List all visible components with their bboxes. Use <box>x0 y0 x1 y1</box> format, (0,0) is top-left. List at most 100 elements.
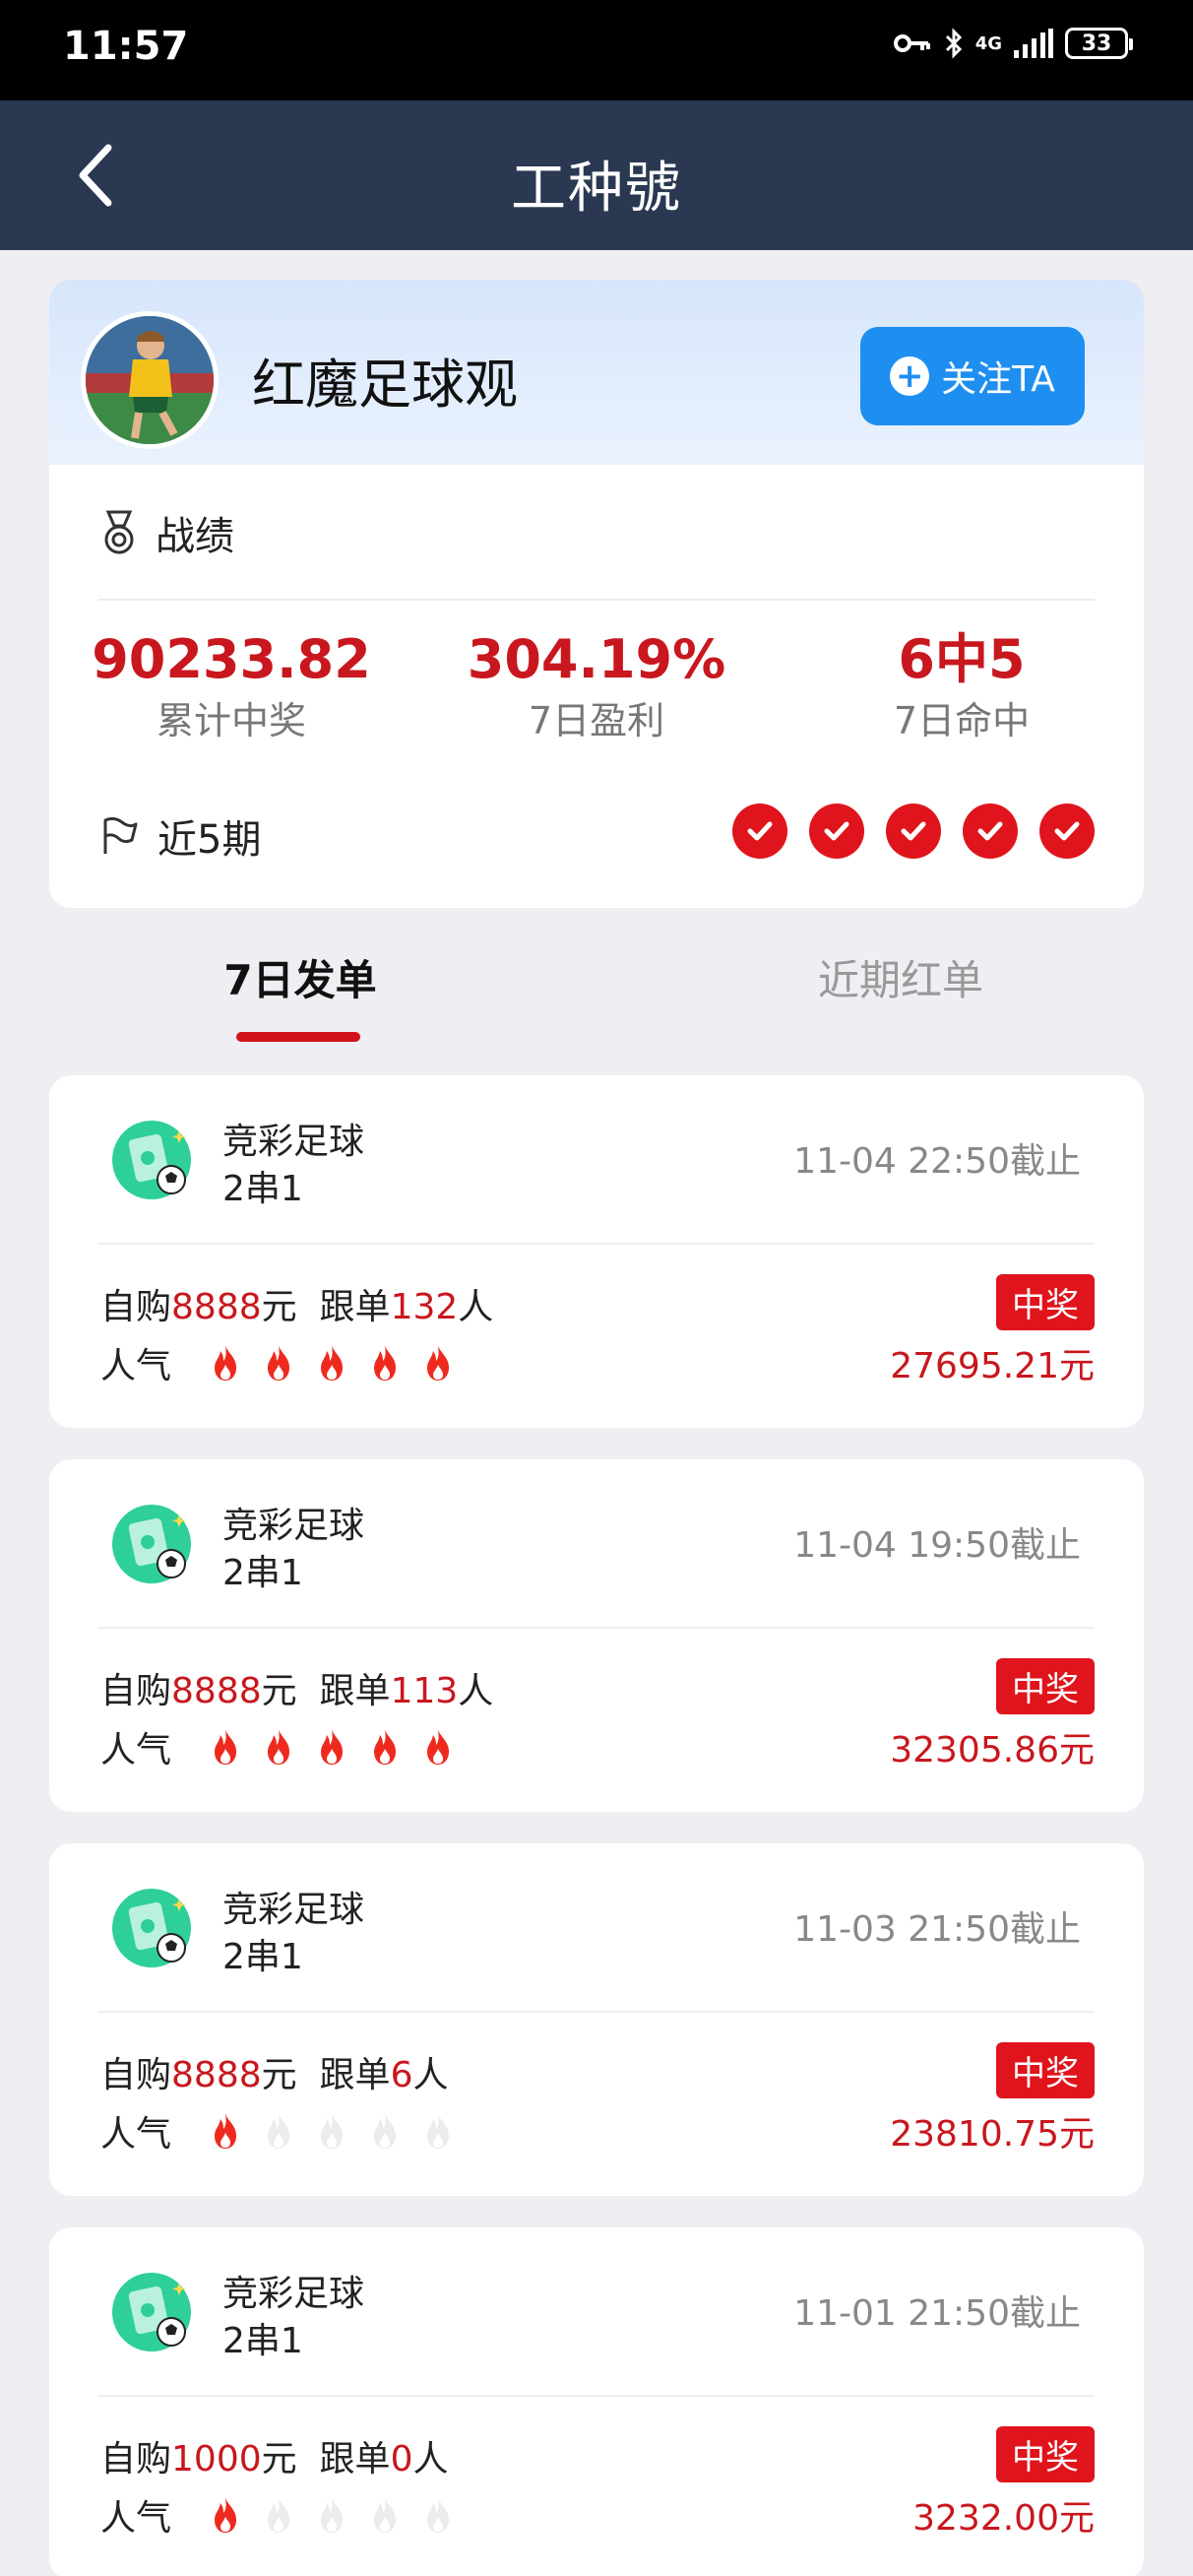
stat-7day-hit: 6中5 7日命中 <box>780 630 1144 744</box>
football-lottery-icon <box>112 1121 191 1199</box>
recent-row: 近5期 <box>100 807 261 865</box>
game-type: 2串1 <box>222 1937 303 1977</box>
stat-label: 累计中奖 <box>156 699 306 743</box>
network-label: 4G <box>974 32 1002 54</box>
flame-icon <box>268 2113 290 2149</box>
buy-prefix: 自购 <box>100 1671 172 1711</box>
follow-prefix: 跟单 <box>319 1671 391 1711</box>
card-divider <box>98 2395 1095 2397</box>
recent-title: 近5期 <box>157 817 262 863</box>
deadline: 11-04 19:50截止 <box>793 1525 1081 1566</box>
order-card[interactable]: 竞彩足球 2串1 11-04 19:50截止 自购8888元 跟单113人 人气… <box>49 1459 1144 1812</box>
win-badge: 中奖 <box>996 1658 1095 1714</box>
buy-info: 自购8888元 跟单132人 <box>100 1278 493 1329</box>
battery-level: 33 <box>1081 31 1112 56</box>
popularity-label: 人气 <box>100 1346 172 1386</box>
key-icon <box>893 34 930 52</box>
status-bar: 11:57 4G 33 <box>0 0 1193 100</box>
game-name: 竞彩足球 <box>222 1122 365 1162</box>
avatar[interactable] <box>81 311 219 449</box>
flame-icon <box>268 1729 290 1765</box>
flame-icon <box>268 1345 290 1381</box>
game-type: 2串1 <box>222 1553 303 1593</box>
prize-amount: 32305.86元 <box>890 1730 1095 1771</box>
follow-button[interactable]: + 关注TA <box>860 327 1085 425</box>
popularity-row: 人气 <box>100 1337 455 1388</box>
profile-header: 红魔足球观 + 关注TA <box>49 280 1144 465</box>
battery-icon: 33 <box>1065 28 1133 59</box>
flame-icon <box>268 2497 290 2533</box>
buy-unit: 元 <box>261 2055 297 2095</box>
deadline: 11-04 22:50截止 <box>793 1141 1081 1182</box>
record-title: 战绩 <box>156 514 234 559</box>
popularity-label: 人气 <box>100 2114 172 2155</box>
game-name: 竞彩足球 <box>222 2274 365 2314</box>
stat-total-prize: 90233.82 累计中奖 <box>49 630 413 744</box>
football-lottery-icon <box>112 1505 191 1583</box>
stat-value: 304.19% <box>467 628 726 690</box>
card-divider <box>98 1627 1095 1629</box>
game-name: 竞彩足球 <box>222 1506 365 1546</box>
buy-prefix: 自购 <box>100 2055 172 2095</box>
recent-results <box>732 804 1095 859</box>
flame-icon <box>374 1729 397 1765</box>
prize-amount: 27695.21元 <box>890 1346 1095 1386</box>
stat-7day-profit: 304.19% 7日盈利 <box>414 630 779 744</box>
check-icon <box>732 804 787 859</box>
flame-icon <box>374 1345 397 1381</box>
follow-prefix: 跟单 <box>319 1287 391 1327</box>
stat-value: 6中5 <box>898 628 1026 690</box>
popularity-label: 人气 <box>100 2498 172 2539</box>
flame-icon <box>321 2113 344 2149</box>
prize-amount: 23810.75元 <box>890 2114 1095 2155</box>
card-divider <box>98 1243 1095 1245</box>
check-icon <box>1039 804 1095 859</box>
flame-icon <box>215 1729 237 1765</box>
order-card[interactable]: 竞彩足球 2串1 11-04 22:50截止 自购8888元 跟单132人 人气… <box>49 1075 1144 1428</box>
follow-count: 0 <box>390 2439 413 2479</box>
flame-icon <box>427 2497 450 2533</box>
buy-prefix: 自购 <box>100 2439 172 2479</box>
flame-icon <box>215 2113 237 2149</box>
flame-icon <box>215 2497 237 2533</box>
order-card[interactable]: 竞彩足球 2串1 11-03 21:50截止 自购8888元 跟单6人 人气 中… <box>49 1843 1144 2196</box>
follow-count: 132 <box>390 1287 459 1327</box>
status-icons: 4G 33 <box>893 28 1133 59</box>
win-badge: 中奖 <box>996 1274 1095 1330</box>
football-lottery-icon <box>112 1889 191 1967</box>
deadline: 11-03 21:50截止 <box>793 1909 1081 1950</box>
flame-icon <box>427 1345 450 1381</box>
flame-icon <box>374 2497 397 2533</box>
buy-unit: 元 <box>261 1287 297 1327</box>
win-badge: 中奖 <box>996 2042 1095 2098</box>
record-header: 战绩 <box>100 504 234 561</box>
popularity-row: 人气 <box>100 2105 455 2157</box>
follow-label: 关注TA <box>941 359 1055 400</box>
check-icon <box>809 804 864 859</box>
buy-amount: 1000 <box>171 2439 262 2479</box>
popularity-label: 人气 <box>100 1730 172 1771</box>
flame-icon <box>321 2497 344 2533</box>
record-divider <box>98 599 1095 601</box>
flag-icon <box>103 816 138 854</box>
flame-icon <box>374 2113 397 2149</box>
nav-bar: 工种號 <box>0 100 1193 250</box>
stat-label: 7日命中 <box>893 699 1031 743</box>
follow-prefix: 跟单 <box>319 2439 391 2479</box>
follow-unit: 人 <box>458 1671 494 1711</box>
status-time: 11:57 <box>63 24 189 69</box>
flame-icon <box>427 1729 450 1765</box>
follow-unit: 人 <box>412 2055 449 2095</box>
buy-amount: 8888 <box>171 2055 262 2095</box>
profile-name: 红魔足球观 <box>252 354 518 416</box>
popularity-row: 人气 <box>100 1721 455 1772</box>
football-lottery-icon <box>112 2273 191 2351</box>
check-icon <box>886 804 941 859</box>
deadline: 11-01 21:50截止 <box>793 2293 1081 2334</box>
order-card[interactable]: 竞彩足球 2串1 11-01 21:50截止 自购1000元 跟单0人 人气 中… <box>49 2227 1144 2576</box>
popularity-flames <box>209 1727 455 1767</box>
tab-7day-orders[interactable]: 7日发单 <box>148 947 453 1007</box>
tab-recent-wins[interactable]: 近期红单 <box>748 947 1053 1007</box>
stat-value: 90233.82 <box>92 628 371 690</box>
buy-unit: 元 <box>261 2439 297 2479</box>
